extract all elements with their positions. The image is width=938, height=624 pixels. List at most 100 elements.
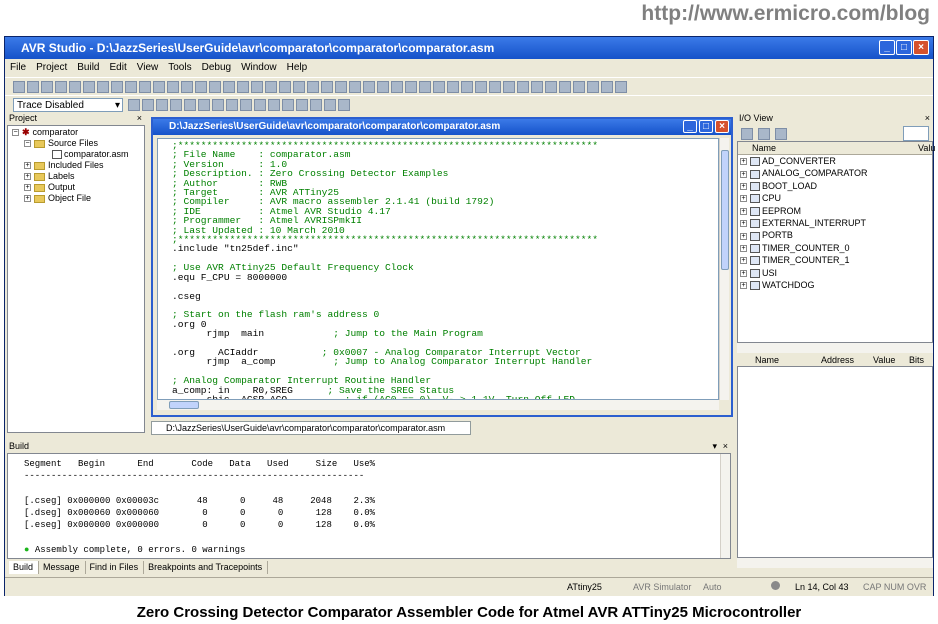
debug-button-icon[interactable] xyxy=(268,99,280,111)
toolbar-button-icon[interactable] xyxy=(335,81,347,93)
toolbar-button-icon[interactable] xyxy=(349,81,361,93)
toolbar-button-icon[interactable] xyxy=(69,81,81,93)
code-editor[interactable]: ;***************************************… xyxy=(157,138,719,400)
tree-source-files[interactable]: − Source Files xyxy=(24,138,98,149)
expand-icon[interactable]: + xyxy=(740,207,747,215)
build-vertical-scrollbar[interactable] xyxy=(720,454,730,558)
close-icon[interactable]: × xyxy=(137,112,142,125)
close-icon[interactable]: × xyxy=(925,112,930,125)
toolbar-button-icon[interactable] xyxy=(27,81,39,93)
toolbar-button-icon[interactable] xyxy=(307,81,319,93)
toolbar-button-icon[interactable] xyxy=(237,81,249,93)
io-item[interactable]: + TIMER_COUNTER_0 xyxy=(740,243,850,254)
io-item[interactable]: + AD_CONVERTER xyxy=(740,156,836,167)
toolbar-button-icon[interactable] xyxy=(153,81,165,93)
toolbar-button-icon[interactable] xyxy=(279,81,291,93)
io-item[interactable]: + TIMER_COUNTER_1 xyxy=(740,255,850,266)
toolbar-button-icon[interactable] xyxy=(433,81,445,93)
debug-button-icon[interactable] xyxy=(156,99,168,111)
toolbar-button-icon[interactable] xyxy=(41,81,53,93)
toolbar-button-icon[interactable] xyxy=(223,81,235,93)
toolbar-button-icon[interactable] xyxy=(181,81,193,93)
toolbar-button-icon[interactable] xyxy=(461,81,473,93)
io-item[interactable]: + EXTERNAL_INTERRUPT xyxy=(740,218,866,229)
toolbar-button-icon[interactable] xyxy=(447,81,459,93)
build-tab-breakpoints[interactable]: Breakpoints and Tracepoints xyxy=(144,561,269,574)
list-icon[interactable] xyxy=(775,128,788,140)
toolbar-button-icon[interactable] xyxy=(97,81,109,93)
io-item[interactable]: + WATCHDOG xyxy=(740,280,815,291)
toolbar-button-icon[interactable] xyxy=(419,81,431,93)
toolbar-button-icon[interactable] xyxy=(601,81,613,93)
collapse-icon[interactable]: − xyxy=(12,129,19,137)
io-filter-combo[interactable] xyxy=(903,126,929,141)
editor-minimize-button[interactable]: _ xyxy=(683,120,697,133)
toolbar-button-icon[interactable] xyxy=(265,81,277,93)
debug-button-icon[interactable] xyxy=(170,99,182,111)
menu-item-tools[interactable]: Tools xyxy=(163,59,196,73)
view-icon[interactable] xyxy=(758,128,771,140)
editor-vertical-scrollbar[interactable] xyxy=(719,138,729,400)
editor-maximize-button[interactable]: □ xyxy=(699,120,713,133)
tree-included-files[interactable]: + Included Files xyxy=(24,160,104,171)
debug-button-icon[interactable] xyxy=(128,99,140,111)
io-item[interactable]: + EEPROM xyxy=(740,206,801,217)
project-root[interactable]: − ✱ comparator xyxy=(12,127,78,138)
menu-item-help[interactable]: Help xyxy=(282,59,313,73)
expand-icon[interactable]: + xyxy=(740,158,747,166)
toolbar-button-icon[interactable] xyxy=(321,81,333,93)
toolbar-button-icon[interactable] xyxy=(391,81,403,93)
build-tab-find[interactable]: Find in Files xyxy=(86,561,145,574)
expand-icon[interactable]: + xyxy=(740,244,747,252)
menu-item-debug[interactable]: Debug xyxy=(197,59,236,73)
maximize-button[interactable]: □ xyxy=(896,40,912,55)
toolbar-button-icon[interactable] xyxy=(405,81,417,93)
expand-icon[interactable]: + xyxy=(24,195,31,203)
toolbar-button-icon[interactable] xyxy=(363,81,375,93)
debug-button-icon[interactable] xyxy=(338,99,350,111)
debug-button-icon[interactable] xyxy=(240,99,252,111)
menu-item-window[interactable]: Window xyxy=(236,59,282,73)
filter-icon[interactable] xyxy=(741,128,753,140)
expand-icon[interactable]: + xyxy=(24,162,31,170)
tab-comparator-asm[interactable]: D:\JazzSeries\UserGuide\avr\comparator\c… xyxy=(151,421,471,435)
debug-button-icon[interactable] xyxy=(254,99,266,111)
tree-labels[interactable]: + Labels xyxy=(24,171,75,182)
expand-icon[interactable]: + xyxy=(740,220,747,228)
toolbar-button-icon[interactable] xyxy=(125,81,137,93)
debug-button-icon[interactable] xyxy=(226,99,238,111)
expand-icon[interactable]: + xyxy=(24,173,31,181)
scroll-thumb[interactable] xyxy=(169,401,199,409)
toolbar-button-icon[interactable] xyxy=(377,81,389,93)
debug-button-icon[interactable] xyxy=(310,99,322,111)
toolbar-button-icon[interactable] xyxy=(195,81,207,93)
toolbar-button-icon[interactable] xyxy=(517,81,529,93)
close-icon[interactable]: × xyxy=(723,440,728,453)
expand-icon[interactable]: + xyxy=(740,195,747,203)
expand-icon[interactable]: + xyxy=(740,182,747,190)
debug-button-icon[interactable] xyxy=(282,99,294,111)
tree-output[interactable]: + Output xyxy=(24,182,75,193)
toolbar-button-icon[interactable] xyxy=(545,81,557,93)
toolbar-button-icon[interactable] xyxy=(559,81,571,93)
toolbar-button-icon[interactable] xyxy=(209,81,221,93)
debug-button-icon[interactable] xyxy=(296,99,308,111)
expand-icon[interactable]: + xyxy=(740,257,747,265)
toolbar-button-icon[interactable] xyxy=(293,81,305,93)
expand-icon[interactable]: + xyxy=(740,282,747,290)
io-item[interactable]: + ANALOG_COMPARATOR xyxy=(740,168,868,179)
io-item[interactable]: + CPU xyxy=(740,193,781,204)
toolbar-button-icon[interactable] xyxy=(55,81,67,93)
toolbar-button-icon[interactable] xyxy=(489,81,501,93)
toolbar-button-icon[interactable] xyxy=(531,81,543,93)
toolbar-button-icon[interactable] xyxy=(615,81,627,93)
debug-button-icon[interactable] xyxy=(212,99,224,111)
toolbar-button-icon[interactable] xyxy=(587,81,599,93)
expand-icon[interactable]: + xyxy=(740,232,747,240)
editor-close-button[interactable]: × xyxy=(715,120,729,133)
io-horizontal-scrollbar[interactable] xyxy=(737,343,933,353)
debug-button-icon[interactable] xyxy=(324,99,336,111)
toolbar-button-icon[interactable] xyxy=(83,81,95,93)
tree-file-asm[interactable]: comparator.asm xyxy=(52,149,129,160)
toolbar-button-icon[interactable] xyxy=(475,81,487,93)
